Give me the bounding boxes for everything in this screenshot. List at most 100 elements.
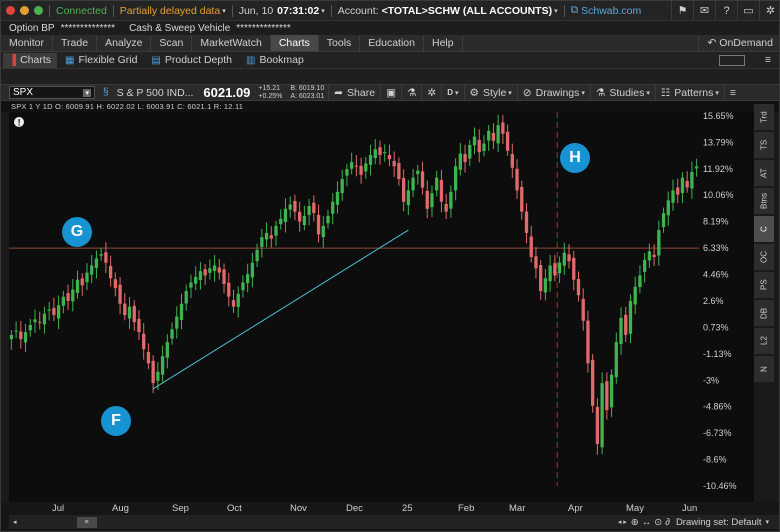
- candle-body: [595, 406, 600, 445]
- month-label: 25: [402, 503, 413, 514]
- tab-analyze[interactable]: Analyze: [97, 35, 152, 51]
- schwab-link[interactable]: Schwab.com: [581, 5, 641, 17]
- flag-icon[interactable]: ⚑: [671, 1, 693, 21]
- rail-at[interactable]: AT: [754, 160, 774, 186]
- scroll-thumb[interactable]: ≡: [76, 516, 97, 528]
- chat-icon[interactable]: ▭: [737, 1, 759, 21]
- share-button[interactable]: ➦ Share: [328, 84, 380, 101]
- rail-db[interactable]: DB: [754, 300, 774, 326]
- candle-body: [146, 352, 151, 364]
- help-icon[interactable]: ?: [715, 1, 737, 21]
- layout-selector[interactable]: [718, 54, 745, 66]
- subtab-charts[interactable]: ▐ Charts: [3, 52, 58, 68]
- thinkorswim-window: Connected Partially delayed data ▾ Jun, …: [0, 0, 780, 532]
- chart-menu-button[interactable]: ≡: [723, 84, 741, 101]
- tab-charts[interactable]: Charts: [270, 35, 319, 51]
- candle-body: [99, 254, 103, 256]
- link-icon[interactable]: §: [103, 87, 109, 98]
- tab-scan[interactable]: Scan: [151, 35, 193, 51]
- menu-icon: ≡: [729, 86, 737, 99]
- candle-body: [501, 122, 505, 134]
- rail-c[interactable]: C: [754, 216, 774, 242]
- tab-monitor[interactable]: Monitor: [1, 35, 54, 51]
- candle-body: [52, 308, 56, 316]
- subtab-bookmap[interactable]: ▥ Bookmap: [240, 53, 310, 68]
- month-label: Mar: [509, 503, 526, 514]
- menu-icon[interactable]: ≡: [765, 54, 771, 66]
- candle-body: [359, 165, 363, 175]
- timeframe-button[interactable]: D ▾: [441, 84, 463, 101]
- minimize-dot[interactable]: [20, 6, 29, 15]
- settings-button[interactable]: ✲: [421, 84, 441, 101]
- maximize-dot[interactable]: [34, 6, 43, 15]
- tab-marketwatch[interactable]: MarketWatch: [192, 35, 271, 51]
- month-label: Dec: [346, 503, 363, 514]
- snapshot-icon: ▣: [386, 86, 396, 99]
- candle-body: [487, 130, 491, 141]
- option-bp-value: **************: [60, 22, 116, 34]
- chart-svg[interactable]: 15.65% 13.79% 11.92% 10.06% 8.19% 6.33% 4.46% 2…: [9, 112, 754, 502]
- drawings-button[interactable]: ⊘ Drawings ▾: [516, 84, 590, 101]
- reset-icon[interactable]: ⊙: [654, 517, 662, 528]
- chart-scrollbar[interactable]: ◂ ≡ ◂ ▸ ⊕ ↔ ⊙ ∂ Drawing set: Default ▾: [9, 515, 779, 529]
- rail-oc[interactable]: OC: [754, 244, 774, 270]
- candle-body: [539, 264, 543, 292]
- candle-body: [354, 165, 359, 167]
- month-label: Nov: [290, 503, 307, 514]
- candle-body: [203, 269, 207, 276]
- pan-icon[interactable]: ↔: [642, 517, 652, 528]
- subtab-product-depth[interactable]: ▤ Product Depth: [145, 53, 238, 68]
- tab-education[interactable]: Education: [360, 35, 424, 51]
- month-label: Oct: [227, 503, 242, 514]
- tab-tools[interactable]: Tools: [319, 35, 361, 51]
- candle-body: [42, 313, 47, 325]
- zoom-in-icon[interactable]: ⊕: [631, 517, 639, 528]
- candle-body: [581, 298, 585, 321]
- candle-body: [302, 215, 307, 226]
- symbol-input[interactable]: SPX ▾: [9, 86, 95, 99]
- patterns-button[interactable]: ☷ Patterns ▾: [654, 84, 724, 101]
- rail-l2[interactable]: L2: [754, 328, 774, 354]
- flask-button[interactable]: ⚗: [400, 84, 421, 101]
- tab-help[interactable]: Help: [424, 35, 463, 51]
- scroll-right-icon[interactable]: ◂ ▸: [618, 518, 627, 526]
- account-selector[interactable]: <TOTAL>SCHW (ALL ACCOUNTS): [382, 5, 553, 17]
- bar-chart-icon: ▐: [9, 54, 17, 66]
- candle-body: [283, 208, 288, 223]
- price-chart[interactable]: 15.65% 13.79% 11.92% 10.06% 8.19% 6.33% 4.46% 2…: [9, 112, 754, 502]
- subtab-flexible-grid[interactable]: ▦ Flexible Grid: [59, 53, 143, 68]
- rail-btns[interactable]: Btns: [754, 188, 774, 214]
- candle-body: [591, 359, 595, 406]
- candle-body: [61, 296, 66, 306]
- rail-ps[interactable]: PS: [754, 272, 774, 298]
- candle-body: [439, 180, 444, 202]
- scroll-left-icon[interactable]: ◂: [13, 518, 17, 526]
- candle-body: [633, 286, 637, 305]
- candle-body: [293, 201, 297, 212]
- settings-icon[interactable]: ✲: [759, 1, 779, 21]
- y-tick-label: -10.46%: [703, 481, 737, 491]
- ondemand-button[interactable]: ↶ OnDemand: [698, 35, 779, 51]
- mail-icon[interactable]: ✉: [693, 1, 715, 21]
- candle-body: [392, 161, 396, 167]
- tab-trade[interactable]: Trade: [53, 35, 98, 51]
- share-icon: ➦: [334, 86, 344, 99]
- data-delay-status[interactable]: Partially delayed data: [120, 5, 220, 17]
- candle-body: [288, 204, 292, 210]
- vehicle-value: **************: [236, 22, 291, 34]
- candle-body: [491, 132, 496, 141]
- studies-button[interactable]: ⚗ Studies ▾: [589, 84, 655, 101]
- ondemand-icon: ↶: [707, 37, 717, 49]
- rail-n[interactable]: N: [754, 356, 774, 382]
- drawing-icon[interactable]: ∂: [665, 517, 670, 528]
- close-dot[interactable]: [6, 6, 15, 15]
- candle-body: [142, 333, 146, 350]
- month-label: Sep: [172, 503, 189, 514]
- rail-ts[interactable]: TS: [754, 132, 774, 158]
- symbol-description: S & P 500 IND...: [116, 86, 194, 99]
- rail-trd[interactable]: Trd: [754, 104, 774, 130]
- candle-body: [194, 276, 198, 284]
- style-button[interactable]: ⚙ Style ▾: [463, 84, 517, 101]
- candle-body: [647, 251, 652, 261]
- snapshot-button[interactable]: ▣: [380, 84, 401, 101]
